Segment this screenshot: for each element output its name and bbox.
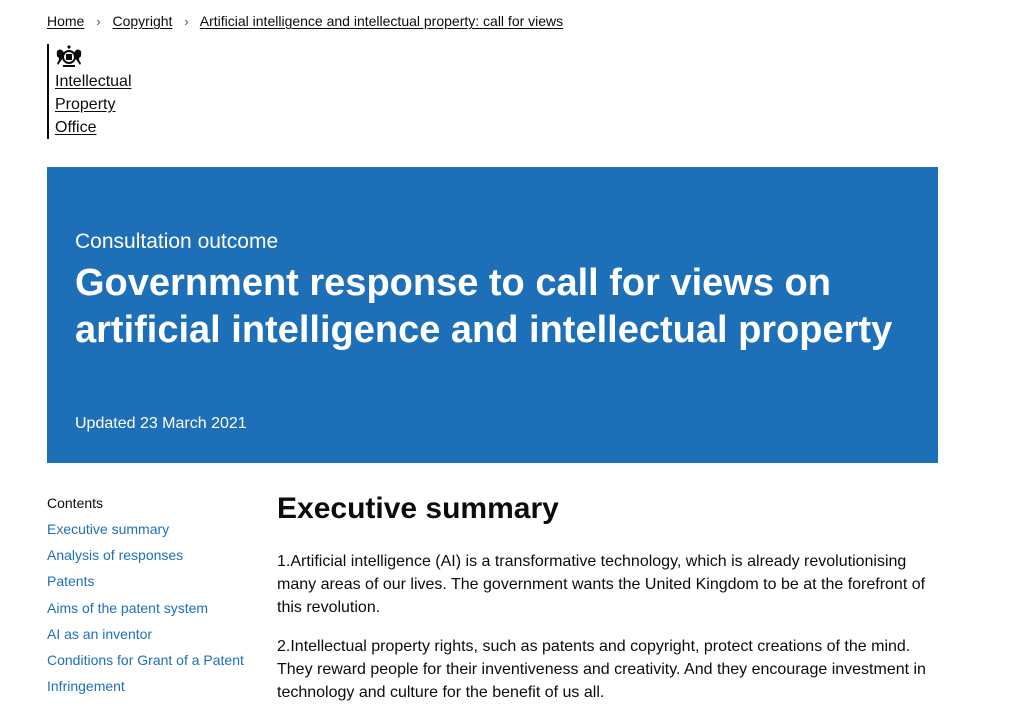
organisation-name-line-1[interactable]: Intellectual: [55, 70, 165, 93]
royal-crest-icon: [56, 45, 82, 67]
contents-link-infringement[interactable]: Infringement: [47, 678, 125, 694]
contents-link-conditions-for-grant[interactable]: Conditions for Grant of a Patent: [47, 652, 244, 668]
page-header-banner: Consultation outcome Government response…: [47, 167, 938, 463]
contents-link-ai-as-an-inventor[interactable]: AI as an inventor: [47, 626, 152, 642]
page: Home › Copyright › Artificial intelligen…: [0, 0, 1024, 707]
contents-item: Analysis of responses: [47, 546, 262, 565]
contents-heading: Contents: [47, 495, 104, 511]
organisation-logo[interactable]: Intellectual Property Office: [47, 44, 165, 139]
contents-item: Infringement: [47, 677, 262, 696]
contents-link-patents[interactable]: Patents: [47, 573, 94, 589]
main-content: Executive summary 1.Artificial intellige…: [277, 490, 927, 707]
chevron-right-icon: ›: [184, 14, 189, 29]
updated-date: Updated 23 March 2021: [75, 415, 247, 432]
contents-link-executive-summary[interactable]: Executive summary: [47, 521, 169, 537]
contents-list: Executive summary Analysis of responses …: [47, 520, 262, 696]
paragraph-2: 2.Intellectual property rights, such as …: [277, 638, 926, 701]
contents-item: Conditions for Grant of a Patent: [47, 651, 262, 670]
contents-item: AI as an inventor: [47, 625, 262, 644]
contents-item: Aims of the patent system: [47, 599, 262, 618]
breadcrumb-copyright-link[interactable]: Copyright: [112, 13, 172, 29]
contents-link-analysis-of-responses[interactable]: Analysis of responses: [47, 547, 183, 563]
breadcrumb: Home › Copyright › Artificial intelligen…: [47, 11, 563, 32]
breadcrumb-home-link[interactable]: Home: [47, 13, 84, 29]
section-heading-executive-summary: Executive summary: [277, 492, 559, 525]
organisation-name-line-2[interactable]: Property: [55, 93, 165, 116]
contents-link-aims-of-the-patent-system[interactable]: Aims of the patent system: [47, 600, 208, 616]
contents-item: Patents: [47, 572, 262, 591]
chevron-right-icon: ›: [96, 14, 101, 29]
document-type: Consultation outcome: [75, 230, 279, 253]
breadcrumb-call-for-views-link[interactable]: Artificial intelligence and intellectual…: [200, 13, 563, 29]
contents-item: Executive summary: [47, 520, 262, 539]
organisation-name-line-3[interactable]: Office: [55, 116, 165, 139]
page-title: Government response to call for views on…: [75, 262, 893, 351]
contents-sidebar: Contents Executive summary Analysis of r…: [47, 493, 262, 703]
paragraph-1: 1.Artificial intelligence (AI) is a tran…: [277, 553, 926, 616]
